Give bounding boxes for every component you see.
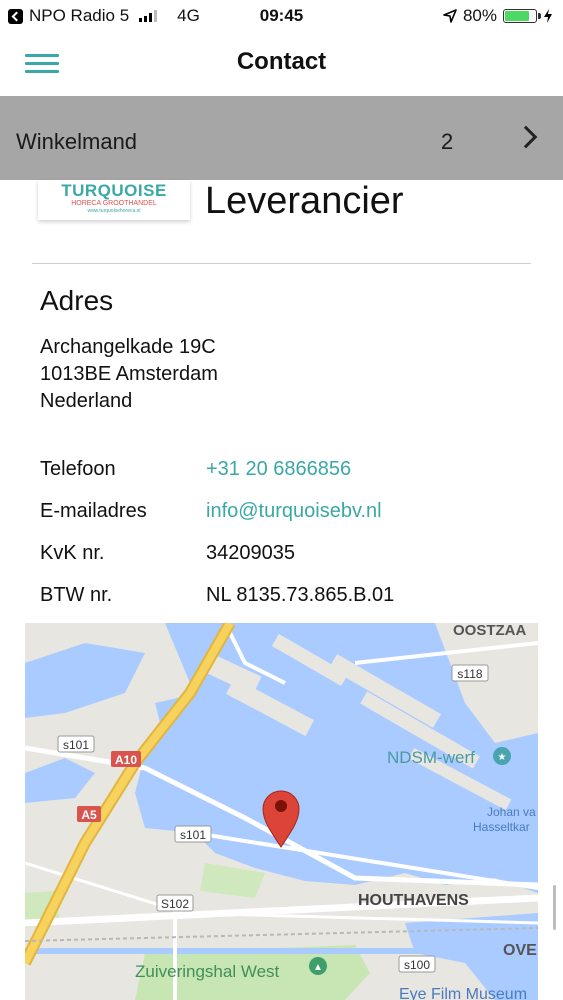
battery-icon bbox=[503, 9, 541, 23]
address-city: 1013BE Amsterdam bbox=[40, 363, 218, 385]
map-label-hasselt: Hasseltkar bbox=[473, 820, 530, 834]
map-label-s101-b: s101 bbox=[180, 828, 206, 842]
location-arrow-icon bbox=[443, 9, 457, 23]
app-header: Contact bbox=[0, 32, 563, 96]
address-country: Nederland bbox=[40, 390, 133, 412]
map-label-zuiveringshal: Zuiveringshal West bbox=[135, 962, 280, 981]
map-label-eye: Eye Film Museum bbox=[399, 986, 527, 1000]
chevron-right-icon bbox=[514, 125, 538, 149]
kvk-label: KvK nr. bbox=[40, 542, 105, 564]
map-label-s102: S102 bbox=[161, 897, 189, 911]
svg-text:★: ★ bbox=[498, 752, 507, 763]
map-label-johan: Johan va bbox=[487, 805, 536, 819]
charging-bolt-icon bbox=[544, 9, 552, 23]
map-label-a5: A5 bbox=[81, 808, 97, 822]
email-label: E-mailadres bbox=[40, 500, 147, 522]
supplier-logo: TURQUOISE HORECA GROOTHANDEL www.turquoi… bbox=[38, 180, 190, 220]
cart-label: Winkelmand bbox=[16, 129, 138, 154]
kvk-value: 34209035 bbox=[206, 542, 295, 564]
address-street: Archangelkade 19C bbox=[40, 336, 216, 358]
map-canvas[interactable]: OOSTZAA s118 s101 A10 NDSM-werf ★ A5 Joh… bbox=[25, 623, 538, 1000]
battery-percentage: 80% bbox=[462, 6, 497, 25]
btw-label: BTW nr. bbox=[40, 584, 113, 606]
map-label-houthavens: HOUTHAVENS bbox=[358, 892, 469, 909]
phone-link[interactable]: +31 20 6866856 bbox=[206, 458, 351, 481]
cart-bar[interactable]: Winkelmand 2 bbox=[0, 96, 563, 180]
supplier-title: Leverancier bbox=[205, 180, 404, 222]
map-label-s101-a: s101 bbox=[63, 738, 89, 752]
status-bar: NPO Radio 5 4G 09:45 80% bbox=[0, 0, 563, 32]
btw-value: NL 8135.73.865.B.01 bbox=[206, 584, 395, 606]
scrollbar[interactable] bbox=[553, 885, 556, 930]
email-link[interactable]: info@turquoisebv.nl bbox=[206, 500, 382, 523]
map-label-ndsm: NDSM-werf bbox=[387, 748, 475, 767]
map-label-oostzaan: OOSTZAA bbox=[453, 623, 526, 639]
map-label-s118: s118 bbox=[457, 667, 482, 681]
cart-count: 2 bbox=[441, 129, 454, 154]
page-title: Contact bbox=[236, 48, 327, 75]
map-label-s100: s100 bbox=[404, 958, 430, 972]
svg-text:▲: ▲ bbox=[313, 962, 323, 973]
phone-label: Telefoon bbox=[40, 458, 116, 480]
divider bbox=[32, 263, 531, 264]
address-heading: Adres bbox=[40, 285, 114, 316]
map-label-ove: OVE bbox=[503, 942, 537, 959]
location-map[interactable]: OOSTZAA s118 s101 A10 NDSM-werf ★ A5 Joh… bbox=[25, 623, 538, 1000]
map-label-a10: A10 bbox=[115, 753, 137, 767]
